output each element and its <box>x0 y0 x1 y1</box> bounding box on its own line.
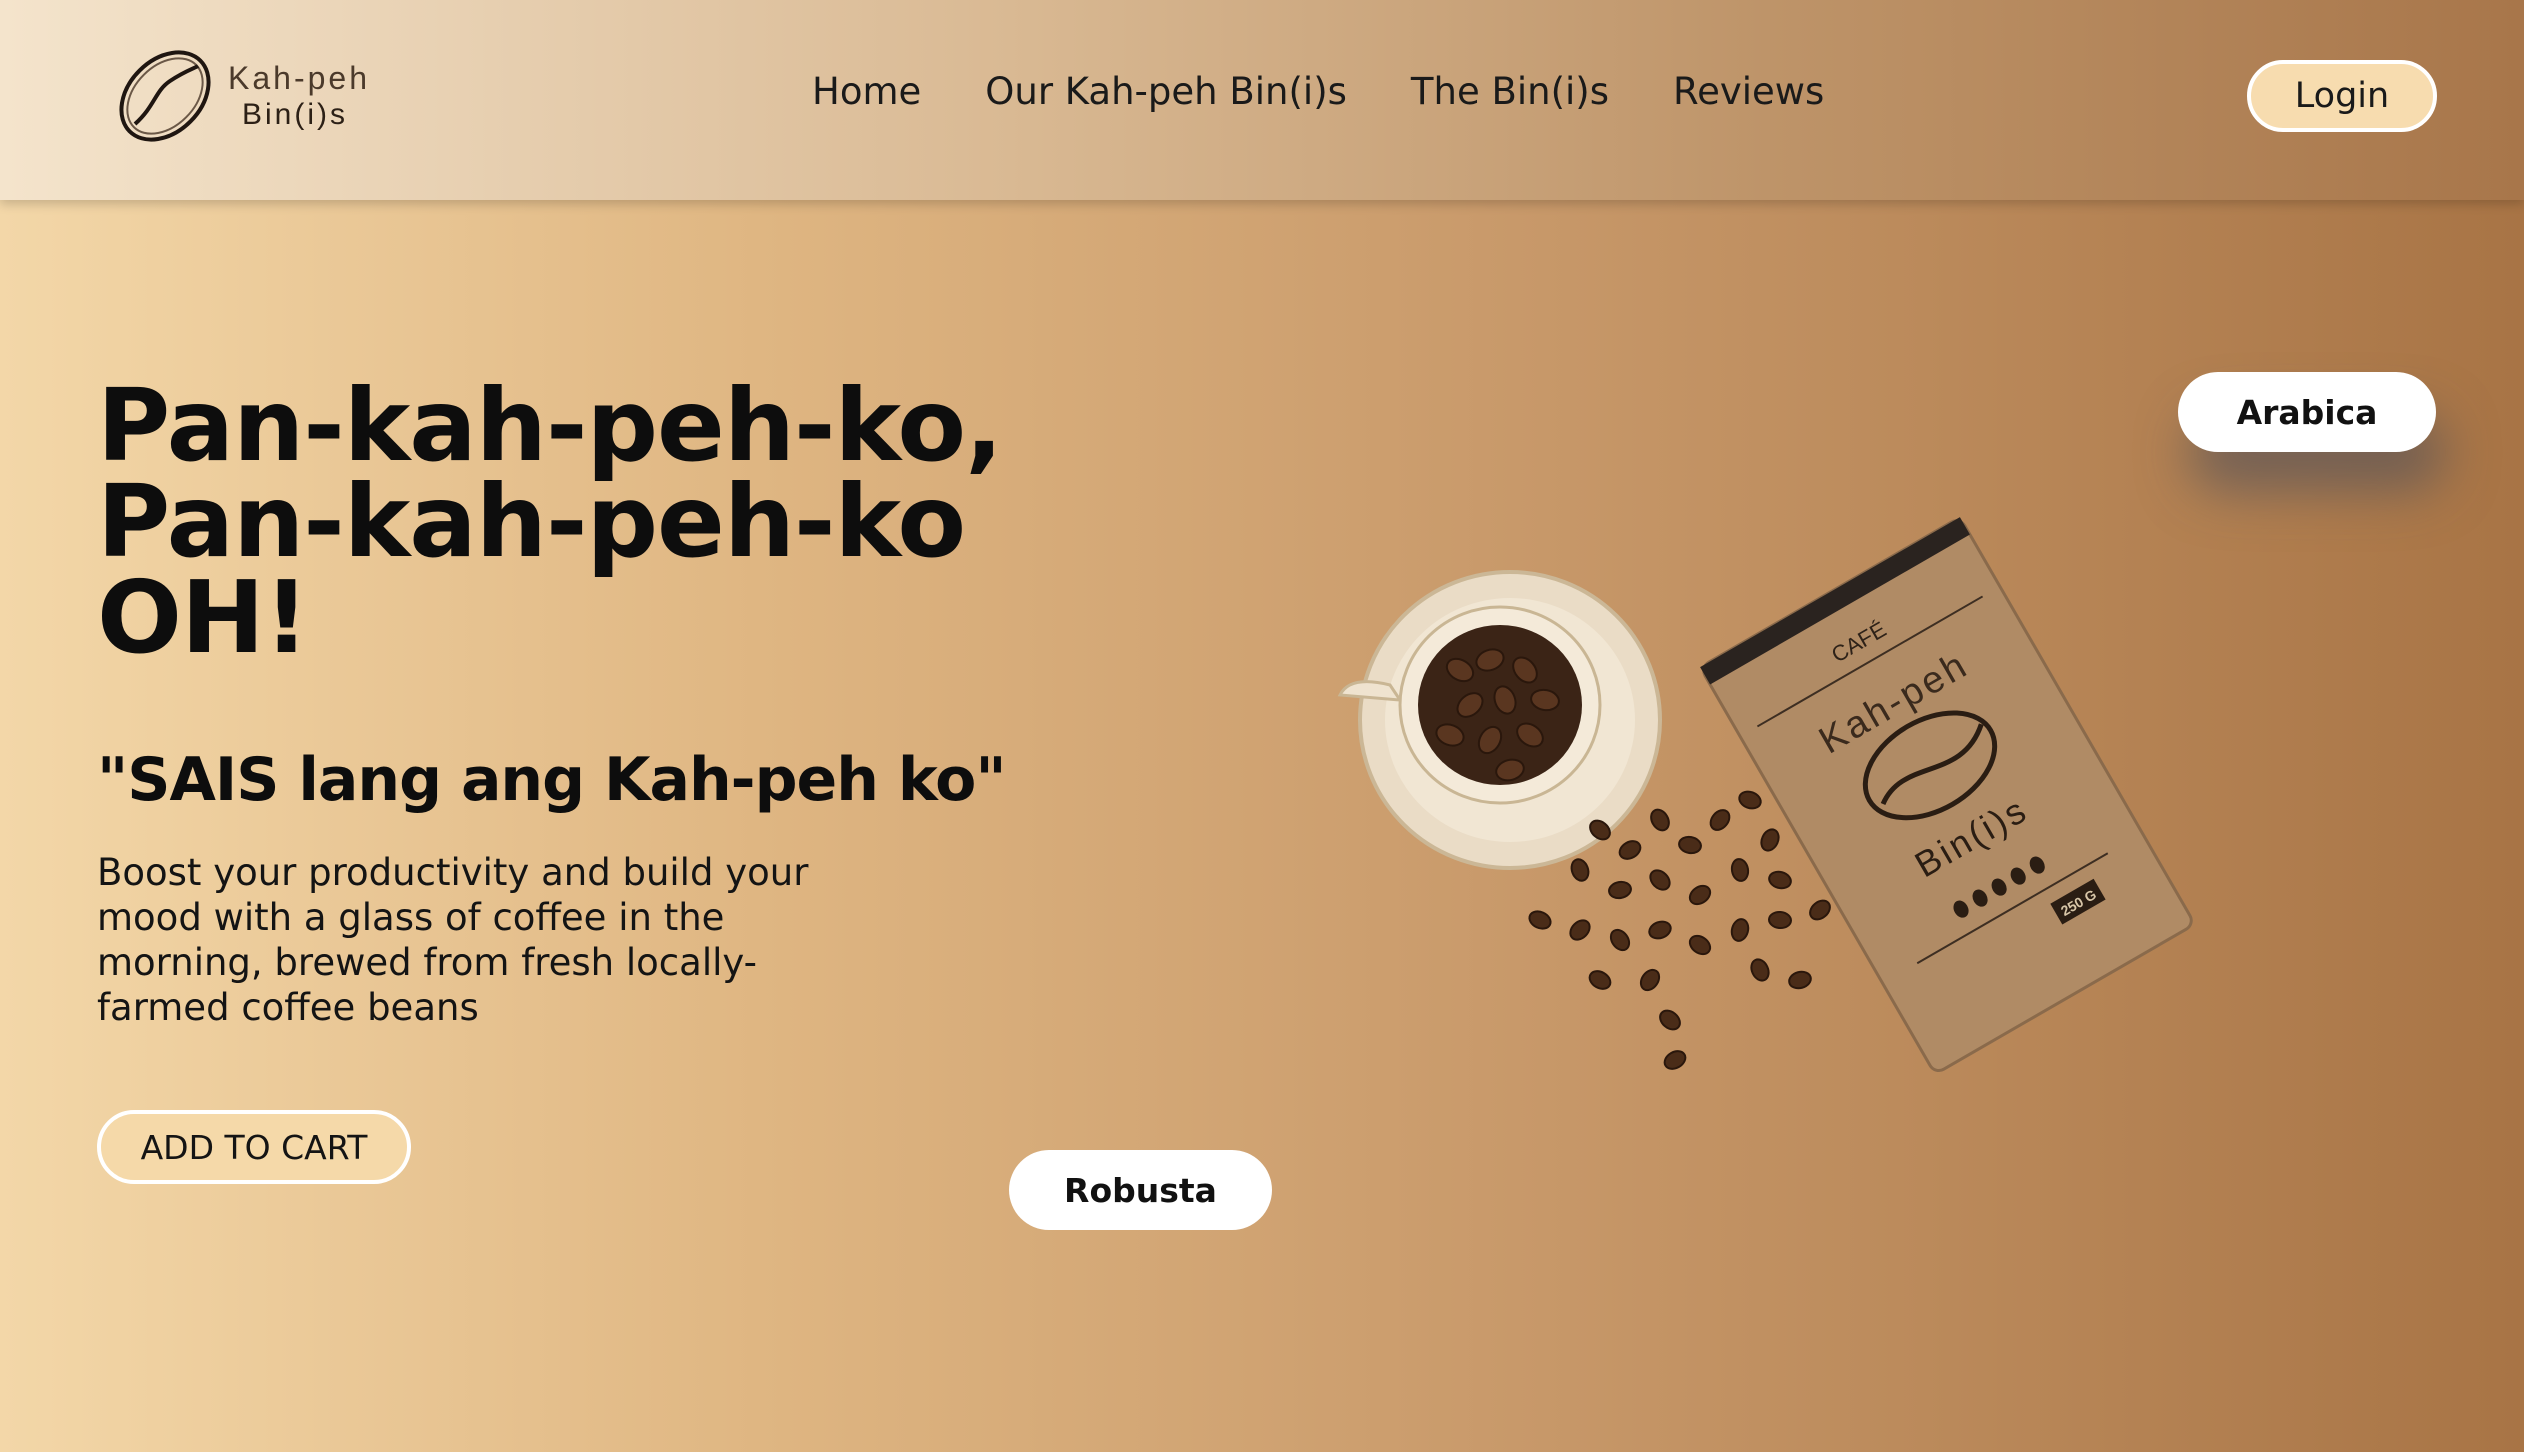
robusta-variant-button[interactable]: Robusta <box>1009 1150 1272 1230</box>
main-nav: Home Our Kah-peh Bin(i)s The Bin(i)s Rev… <box>812 70 1824 113</box>
coffee-bean-logo-icon <box>119 50 211 142</box>
hero-title: Pan-kah-peh-ko, Pan-kah-peh-ko OH! <box>97 367 1097 676</box>
login-button[interactable]: Login <box>2247 60 2437 132</box>
brand-name-line1: Kah-peh <box>228 60 370 96</box>
hero-title-line-3: OH! <box>97 559 309 676</box>
arabica-variant-button[interactable]: Arabica <box>2178 372 2436 452</box>
hero-tagline: "SAIS lang ang Kah-peh ko" <box>97 745 1007 815</box>
nav-home[interactable]: Home <box>812 70 921 113</box>
nav-the-binis[interactable]: The Bin(i)s <box>1411 70 1609 113</box>
product-image: CAFÉ Kah-peh Bin(i)s 250 G <box>1337 517 2193 1073</box>
site-header: Kah-peh Bin(i)s Home Our Kah-peh Bin(i)s… <box>0 0 2524 200</box>
brand-name-line2: Bin(i)s <box>242 98 349 131</box>
coffee-cup-icon <box>1337 570 1662 870</box>
coffee-bag-icon: CAFÉ Kah-peh Bin(i)s 250 G <box>1700 517 2193 1073</box>
nav-reviews[interactable]: Reviews <box>1673 70 1824 113</box>
hero-description: Boost your productivity and build your m… <box>97 851 809 1029</box>
nav-our-kah-peh-binis[interactable]: Our Kah-peh Bin(i)s <box>985 70 1347 113</box>
hero-title-line-2: Pan-kah-peh-ko <box>97 463 966 580</box>
hero-title-line-1: Pan-kah-peh-ko, <box>97 367 1003 484</box>
add-to-cart-button[interactable]: ADD TO CART <box>97 1110 411 1184</box>
brand-logo[interactable]: Kah-peh Bin(i)s <box>110 46 390 146</box>
